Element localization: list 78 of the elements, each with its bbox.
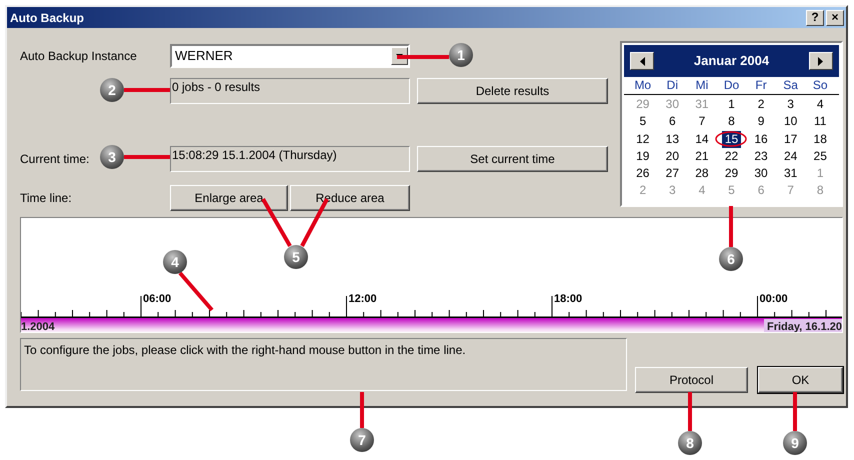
calendar-day[interactable]: 20: [662, 148, 682, 166]
leader-line: [397, 55, 449, 59]
left-arrow-icon: [640, 56, 644, 66]
calendar-day[interactable]: 13: [662, 130, 682, 148]
ok-button[interactable]: OK: [758, 367, 843, 393]
hour-label: 06:00: [143, 292, 172, 307]
calendar-day[interactable]: 21: [692, 148, 712, 166]
field-label: Time line:: [20, 191, 72, 205]
callout-marker: 7: [350, 428, 374, 452]
hour-label: 18:00: [554, 292, 582, 307]
calendar-day[interactable]: 11: [810, 113, 830, 131]
current-time-field: 15:08:29 15.1.2004 (Thursday): [170, 146, 410, 172]
close-button[interactable]: ×: [826, 10, 844, 26]
calendar-day[interactable]: 24: [780, 148, 800, 166]
set-current-time-button[interactable]: Set current time: [417, 146, 608, 172]
calendar-day[interactable]: 1: [725, 96, 738, 114]
weekday-label: Mi: [694, 77, 710, 94]
calendar-day[interactable]: 31: [780, 165, 800, 182]
calendar-day[interactable]: 18: [810, 130, 830, 148]
callout-marker: 9: [783, 431, 807, 455]
help-button[interactable]: ?: [806, 10, 824, 26]
calendar-day[interactable]: 26: [633, 165, 652, 182]
calendar-day[interactable]: 14: [692, 130, 712, 148]
leader-line: [124, 155, 170, 159]
date-label: Friday, 16.1.20: [764, 319, 842, 332]
calendar-day[interactable]: 8: [725, 113, 738, 131]
calendar-day[interactable]: 29: [722, 165, 742, 182]
protocol-button[interactable]: Protocol: [635, 367, 748, 393]
leader-line: [178, 272, 214, 312]
calendar-day[interactable]: 7: [696, 113, 708, 131]
window-title: Auto Backup: [10, 10, 84, 26]
caret-icon: [396, 54, 403, 58]
leader-line: [261, 198, 292, 247]
next-month-button[interactable]: [808, 52, 833, 70]
calendar-day[interactable]: 9: [754, 113, 768, 131]
reduce-area-button[interactable]: Reduce area: [290, 185, 410, 211]
jobs-field: 0 jobs - 0 results: [170, 78, 410, 104]
calendar-day[interactable]: 12: [633, 130, 652, 148]
previous-month-button[interactable]: [630, 52, 654, 70]
leader-line: [793, 392, 797, 431]
calendar-day[interactable]: 23: [751, 148, 771, 166]
calendar-day[interactable]: 22: [722, 148, 742, 166]
calendar-day[interactable]: 25: [810, 148, 830, 166]
callout-marker: 8: [678, 431, 702, 455]
hour-label: 12:00: [348, 292, 377, 307]
weekday-label: Di: [666, 77, 680, 94]
month-title: Januar 2004: [694, 52, 770, 70]
calendar-day[interactable]: 2: [754, 96, 768, 114]
weekday-label: Sa: [782, 77, 799, 94]
hour-label: 00:00: [760, 292, 788, 307]
status-message: To configure the jobs, please click with the right-hand mouse button in the time line.: [20, 338, 627, 391]
enlarge-area-button[interactable]: Enlarge area: [170, 185, 288, 211]
weekday-label: Mo: [633, 77, 652, 94]
calendar-day[interactable]: 28: [692, 165, 712, 182]
leader-line: [729, 206, 733, 247]
field-label: Current time:: [20, 152, 90, 166]
calendar-day[interactable]: 4: [814, 96, 827, 114]
calendar-day[interactable]: 10: [780, 113, 800, 131]
weekday-label: Fr: [754, 77, 768, 94]
calendar-day[interactable]: 16: [751, 130, 771, 148]
highlight-ellipse: [715, 131, 747, 147]
instance-dropdown[interactable]: WERNER: [170, 44, 410, 68]
weekday-label: So: [812, 77, 829, 94]
weekday-label: Do: [722, 77, 740, 94]
calendar-day[interactable]: 17: [780, 130, 800, 148]
date-label: 1.2004: [21, 320, 55, 332]
calendar-day[interactable]: 6: [666, 113, 679, 131]
delete-results-button[interactable]: Delete results: [417, 78, 608, 104]
calendar-day[interactable]: 3: [784, 96, 797, 114]
calendar-day[interactable]: 5: [636, 113, 650, 131]
right-arrow-icon: [818, 56, 824, 66]
calendar-day[interactable]: 19: [633, 148, 652, 166]
calendar-day[interactable]: 30: [751, 165, 771, 182]
leader-line: [124, 88, 170, 92]
calendar-day[interactable]: 27: [662, 165, 682, 182]
leader-line: [360, 392, 364, 428]
field-label: Auto Backup Instance: [20, 49, 137, 63]
leader-line: [688, 392, 692, 431]
